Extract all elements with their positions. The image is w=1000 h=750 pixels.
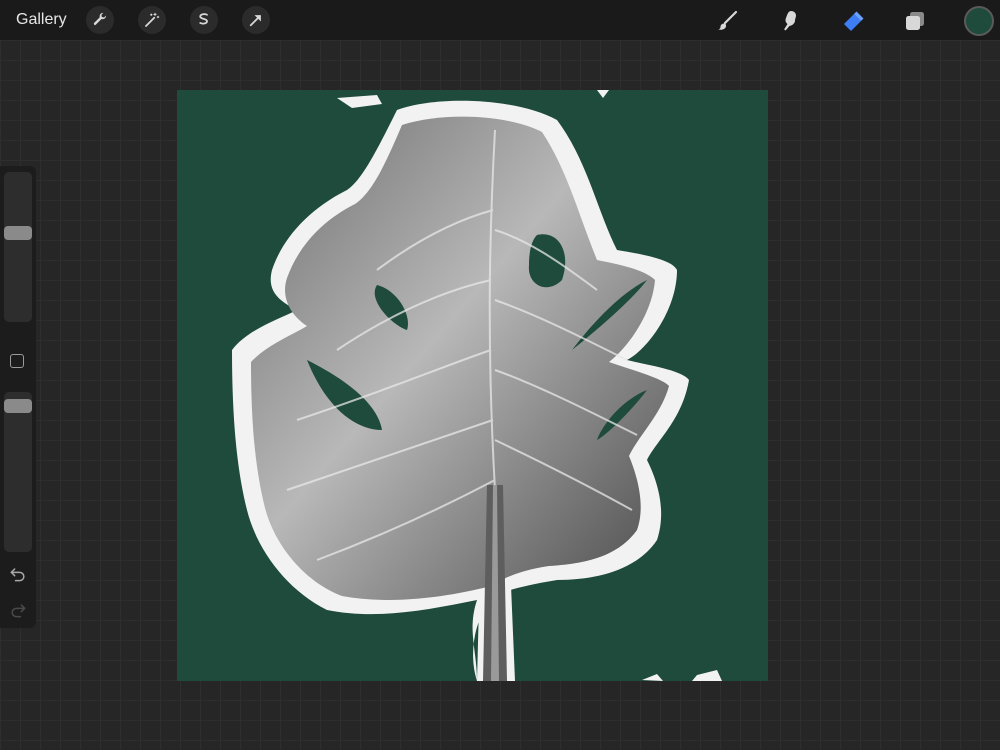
transform-arrow-icon — [249, 15, 261, 27]
selection-icon — [199, 13, 208, 25]
brush-size-slider-thumb[interactable] — [4, 226, 32, 241]
selection-button[interactable] — [190, 6, 218, 34]
adjustments-button[interactable] — [138, 6, 166, 34]
eraser-tool-button[interactable] — [838, 6, 868, 36]
left-sidebar — [0, 166, 36, 628]
wrench-icon — [93, 12, 106, 26]
gallery-button[interactable]: Gallery — [16, 10, 67, 30]
opacity-slider-thumb[interactable] — [4, 399, 32, 414]
drawing-canvas[interactable] — [177, 90, 768, 681]
layers-button[interactable] — [900, 6, 930, 36]
brush-icon — [718, 10, 738, 30]
transform-button[interactable] — [242, 6, 270, 34]
actions-button[interactable] — [86, 6, 114, 34]
top-toolbar: Gallery — [0, 0, 1000, 40]
color-picker-button[interactable] — [964, 6, 994, 36]
undo-icon[interactable] — [8, 564, 28, 584]
smudge-tool-button[interactable] — [775, 6, 805, 36]
layers-icon — [906, 12, 924, 30]
magic-wand-icon — [145, 12, 160, 27]
brush-tool-button[interactable] — [712, 6, 742, 36]
brush-size-slider[interactable] — [4, 172, 32, 322]
modify-button[interactable] — [10, 354, 24, 368]
opacity-slider[interactable] — [4, 392, 32, 552]
redo-icon[interactable] — [8, 600, 28, 620]
eraser-icon — [844, 11, 864, 31]
smudge-icon — [784, 11, 796, 31]
canvas-artwork — [177, 90, 768, 681]
